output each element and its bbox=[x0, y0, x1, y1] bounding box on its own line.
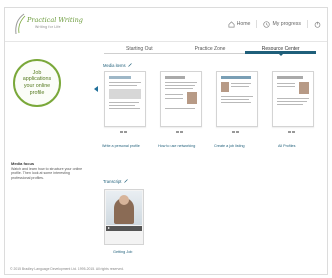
my-progress-label: My progress bbox=[272, 21, 301, 27]
video-label[interactable]: Getting Job bbox=[113, 250, 132, 254]
media-thumbnail[interactable] bbox=[104, 71, 146, 127]
tab-starting-out[interactable]: Starting Out bbox=[104, 44, 175, 54]
brand-title: Practical Writing bbox=[27, 16, 83, 24]
thumbnail-dots bbox=[288, 131, 300, 133]
home-label: Home bbox=[236, 21, 251, 27]
tab-practice-zone[interactable]: Practice Zone bbox=[174, 44, 246, 54]
thumbnail-label[interactable]: Create a job listing bbox=[214, 144, 262, 148]
thumbnail-label[interactable]: How to use networking bbox=[158, 144, 206, 148]
thumbnail-label[interactable]: Write a personal profile bbox=[102, 144, 150, 148]
carousel-prev-icon[interactable] bbox=[94, 86, 98, 92]
unit-badge: Job applications your online profile bbox=[13, 59, 61, 107]
transcript-title: Transcript bbox=[103, 179, 122, 184]
header: Practical Writing Writing for Life Home … bbox=[5, 8, 327, 42]
media-items-heading[interactable]: Media items bbox=[103, 63, 132, 68]
power-icon[interactable] bbox=[314, 21, 321, 28]
home-icon bbox=[228, 20, 235, 27]
nav-divider bbox=[256, 20, 258, 28]
pencil-icon bbox=[123, 179, 128, 183]
pencil-icon bbox=[128, 63, 132, 67]
my-progress-link[interactable]: My progress bbox=[263, 20, 301, 28]
logo-swoosh-icon bbox=[15, 13, 26, 35]
section-tabs: Starting Out Practice Zone Resource Cent… bbox=[104, 44, 317, 56]
video-controls[interactable] bbox=[106, 226, 142, 231]
nav-divider bbox=[307, 20, 308, 28]
left-panel: Job applications your online profile Med… bbox=[5, 43, 97, 275]
thumbnail-dots bbox=[176, 131, 188, 133]
media-focus-description: Watch and learn how to structure your on… bbox=[11, 167, 83, 180]
top-nav: Home My progress bbox=[228, 18, 321, 30]
media-focus-title: Media focus bbox=[11, 161, 35, 166]
brand-subtitle: Writing for Life bbox=[35, 25, 61, 29]
footer-copyright: © 2015 Bradley Language Development Ltd.… bbox=[10, 267, 124, 271]
video-person-face bbox=[119, 195, 129, 205]
thumbnail-label[interactable]: All Profiles bbox=[278, 144, 326, 148]
media-items-title: Media items bbox=[103, 63, 126, 68]
unit-badge-text: Job applications your online profile bbox=[22, 69, 52, 96]
logo[interactable]: Practical Writing Writing for Life bbox=[13, 13, 93, 35]
thumbnail-dots bbox=[120, 131, 132, 133]
tab-resource-center[interactable]: Resource Center bbox=[245, 44, 317, 56]
thumbnail-dots bbox=[232, 131, 244, 133]
clock-icon bbox=[263, 20, 271, 28]
media-thumbnail[interactable] bbox=[216, 71, 258, 127]
play-icon[interactable] bbox=[108, 227, 110, 229]
media-carousel: Write a personal profile How to use netw… bbox=[102, 71, 316, 148]
media-thumbnail[interactable] bbox=[272, 71, 314, 127]
transcript-heading[interactable]: Transcript bbox=[103, 179, 128, 184]
video-thumbnail[interactable] bbox=[104, 189, 144, 245]
media-thumbnail[interactable] bbox=[160, 71, 202, 127]
home-link[interactable]: Home bbox=[228, 20, 251, 28]
